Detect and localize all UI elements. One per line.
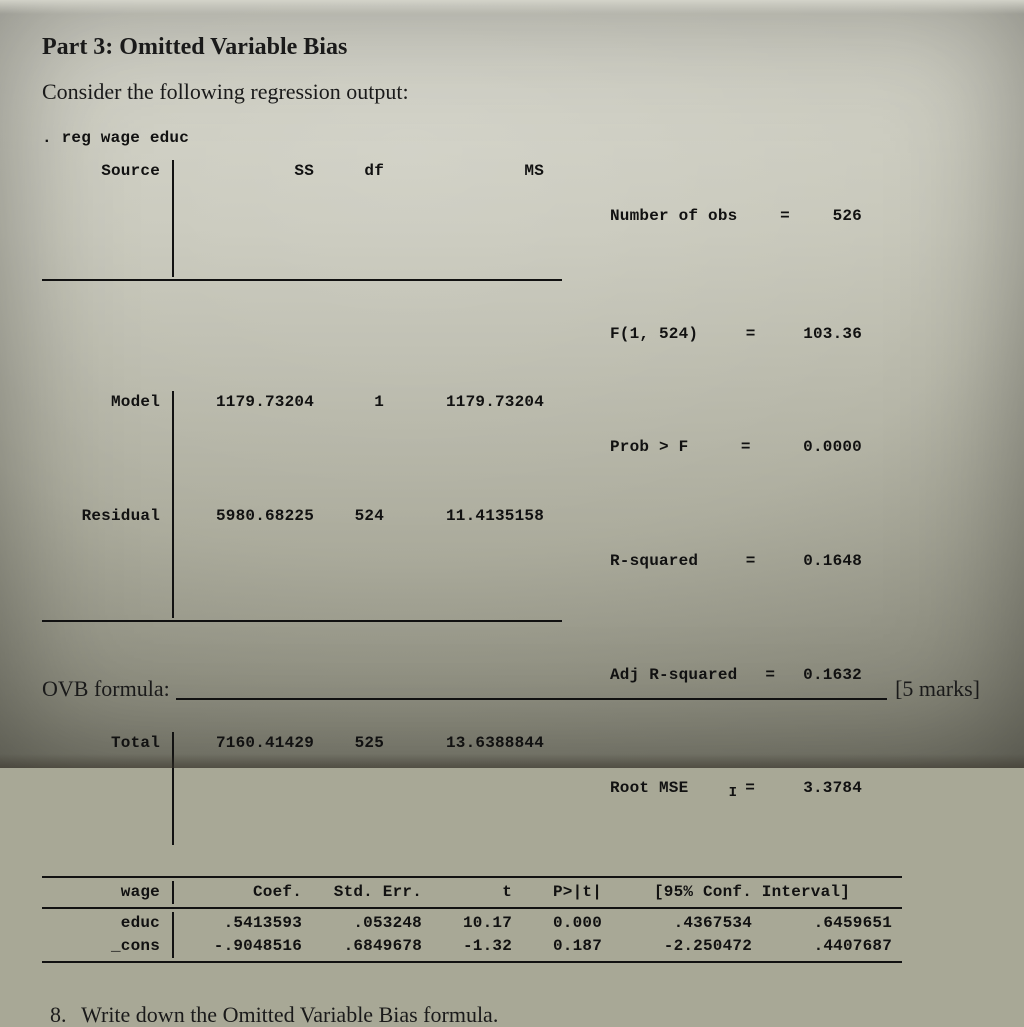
coef-row-name: educ	[42, 912, 172, 935]
coef-cell: -2.250472	[612, 935, 762, 958]
equals-sign: =	[733, 436, 759, 459]
stata-command: . reg wage educ	[42, 127, 982, 150]
anova-cell: 1179.73204	[402, 391, 562, 505]
anova-header-ms: MS	[402, 160, 562, 278]
coef-row-name: _cons	[42, 935, 172, 958]
stat-label: R-squared	[610, 550, 698, 573]
stat-value: 103.36	[803, 323, 862, 346]
stat-value: 0.0000	[803, 436, 862, 459]
stat-line: Root MSE I= 3.3784	[610, 777, 862, 800]
answer-line: OVB formula: [5 marks]	[42, 676, 980, 702]
equals-sign: =	[772, 205, 798, 228]
stat-value: 3.3784	[803, 777, 862, 800]
stat-label: Number of obs	[610, 205, 737, 228]
coef-depvar: wage	[42, 881, 172, 904]
coef-cell: .4407687	[762, 935, 902, 958]
stat-label: F(1, 524)	[610, 323, 698, 346]
anova-table: Source SS df MS Number of obs = 526 F(1,…	[42, 160, 982, 846]
coef-header: Coef.	[172, 881, 312, 904]
anova-header-ss: SS	[172, 160, 332, 278]
coef-cell: .5413593	[172, 912, 312, 935]
anova-header-df: df	[332, 160, 402, 278]
coef-header-ci: [95% Conf. Interval]	[612, 881, 902, 904]
question-number: 8.	[50, 1002, 76, 1027]
anova-cell: 11.4135158	[402, 505, 562, 619]
equals-sign: =	[738, 550, 764, 573]
coef-header: P>|t|	[522, 881, 612, 904]
text-cursor-icon: I	[729, 785, 738, 801]
anova-cell: 525	[332, 732, 402, 846]
anova-row-name: Residual	[42, 505, 172, 619]
document-page: Part 3: Omitted Variable Bias Consider t…	[0, 0, 1024, 768]
anova-cell: 7160.41429	[172, 732, 332, 846]
coef-cell: .4367534	[612, 912, 762, 935]
equals-sign: =	[738, 323, 764, 346]
coef-cell: .053248	[312, 912, 432, 935]
question-8: 8. Write down the Omitted Variable Bias …	[50, 1002, 982, 1027]
coef-cell: -1.32	[432, 935, 522, 958]
anova-header-source: Source	[42, 160, 172, 278]
coef-cell: 0.187	[522, 935, 612, 958]
coef-cell: .6849678	[312, 935, 432, 958]
anova-cell: 13.6388844	[402, 732, 562, 846]
coef-cell: .6459651	[762, 912, 902, 935]
section-title: Part 3: Omitted Variable Bias	[42, 34, 982, 61]
stat-line: Prob > F = 0.0000	[610, 436, 862, 459]
question-text: Write down the Omitted Variable Bias for…	[81, 1002, 498, 1027]
answer-prompt: OVB formula:	[42, 676, 170, 702]
stat-line: R-squared = 0.1648	[610, 550, 862, 573]
anova-cell: 5980.68225	[172, 505, 332, 619]
stat-label: Prob > F	[610, 436, 688, 459]
stat-value: 0.1648	[803, 550, 862, 573]
answer-blank[interactable]	[176, 676, 887, 700]
anova-cell: 1179.73204	[172, 391, 332, 505]
coef-cell: 0.000	[522, 912, 612, 935]
coef-header: Std. Err.	[312, 881, 432, 904]
stat-value: 526	[833, 205, 862, 228]
instruction-text: Consider the following regression output…	[42, 79, 982, 105]
coef-header: t	[432, 881, 522, 904]
anova-row-name: Total	[42, 732, 172, 846]
anova-cell: 524	[332, 505, 402, 619]
coef-table: wage Coef. Std. Err. t P>|t| [95% Conf. …	[42, 873, 982, 965]
coef-cell: 10.17	[432, 912, 522, 935]
equals-sign: =	[737, 779, 763, 797]
anova-cell: 1	[332, 391, 402, 505]
stat-line: F(1, 524) = 103.36	[610, 323, 862, 346]
coef-cell: -.9048516	[172, 935, 312, 958]
stat-label: Root MSE	[610, 777, 688, 800]
anova-row-name: Model	[42, 391, 172, 505]
marks-label: [5 marks]	[895, 676, 980, 702]
stat-line: Number of obs = 526	[610, 205, 862, 228]
